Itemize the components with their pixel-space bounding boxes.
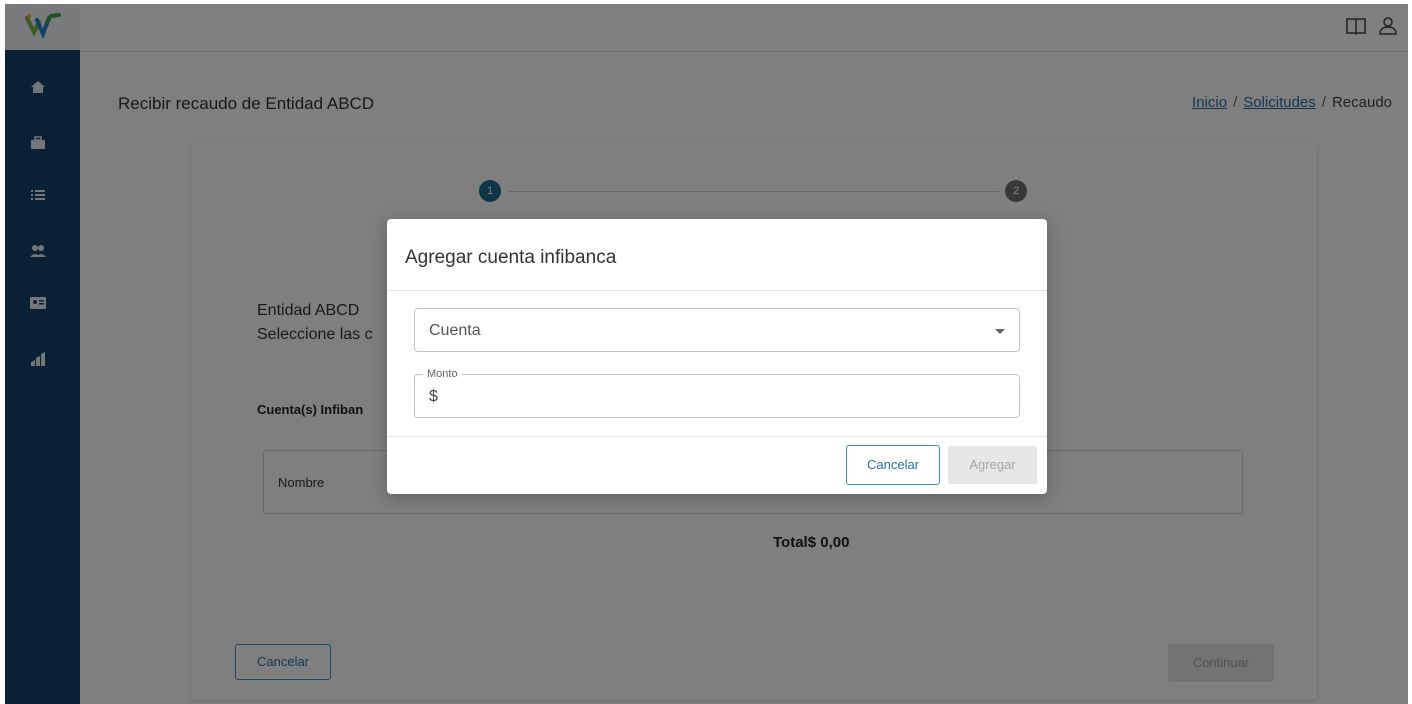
account-select[interactable]: Cuenta: [414, 308, 1020, 352]
modal-title: Agregar cuenta infibanca: [405, 247, 617, 268]
account-select-value: Cuenta: [429, 322, 481, 339]
amount-input[interactable]: [447, 383, 1007, 411]
modal-add-button[interactable]: Agregar: [948, 446, 1037, 484]
amount-prefix: $: [429, 388, 438, 405]
modal-header-divider: [387, 290, 1047, 291]
modal-footer-divider: [387, 436, 1047, 437]
add-account-modal: Agregar cuenta infibanca Cuenta Monto $ …: [387, 219, 1047, 494]
amount-label: Monto: [423, 368, 462, 380]
modal-cancel-button[interactable]: Cancelar: [846, 445, 940, 485]
amount-field[interactable]: Monto $: [414, 368, 1020, 418]
caret-down-icon: [995, 329, 1005, 334]
app-frame: Recibir recaudo de Entidad ABCD Inicio/S…: [5, 4, 1408, 704]
